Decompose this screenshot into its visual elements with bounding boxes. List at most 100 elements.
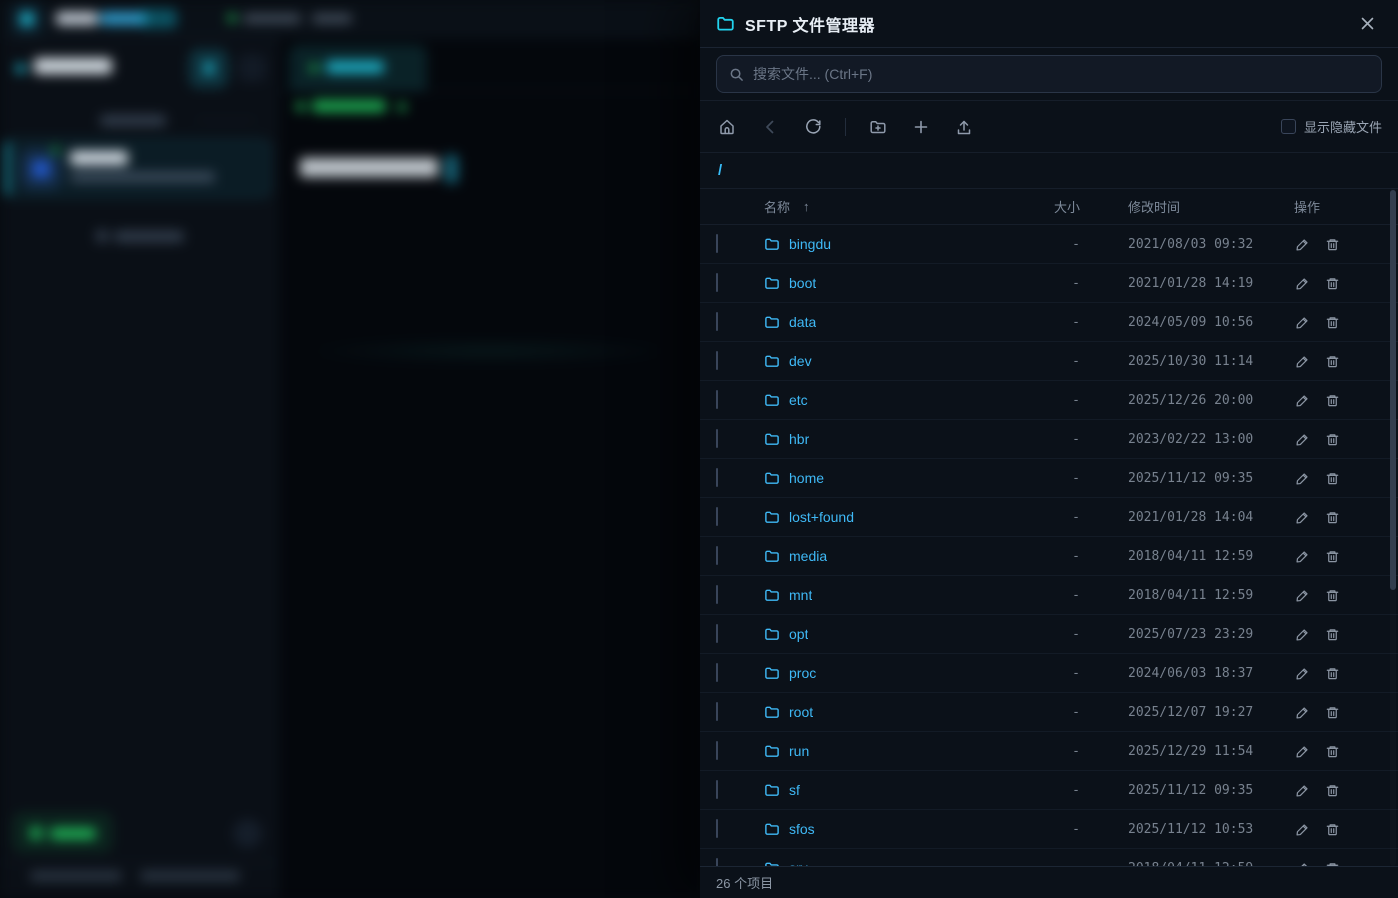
file-name-link[interactable]: proc: [789, 665, 816, 681]
delete-icon[interactable]: [1324, 860, 1340, 866]
file-row[interactable]: lost+found - 2021/01/28 14:04: [700, 498, 1398, 537]
row-checkbox[interactable]: [716, 780, 718, 799]
upload-button[interactable]: [953, 116, 975, 138]
file-name-link[interactable]: sfos: [789, 821, 815, 837]
file-row[interactable]: dev - 2025/10/30 11:14: [700, 342, 1398, 381]
scrollbar-thumb[interactable]: [1390, 190, 1396, 590]
row-checkbox[interactable]: [716, 468, 718, 487]
rename-icon[interactable]: [1294, 704, 1310, 720]
column-header-size[interactable]: 大小: [1008, 197, 1080, 216]
rename-icon[interactable]: [1294, 314, 1310, 330]
delete-icon[interactable]: [1324, 470, 1340, 486]
file-row[interactable]: hbr - 2023/02/22 13:00: [700, 420, 1398, 459]
row-checkbox[interactable]: [716, 234, 718, 253]
back-button[interactable]: [759, 116, 781, 138]
rename-icon[interactable]: [1294, 275, 1310, 291]
search-box[interactable]: [716, 55, 1382, 93]
row-checkbox[interactable]: [716, 858, 718, 866]
file-name-link[interactable]: home: [789, 470, 824, 486]
row-checkbox[interactable]: [716, 663, 718, 682]
sidebar-more-button[interactable]: [238, 54, 266, 82]
file-row[interactable]: root - 2025/12/07 19:27: [700, 693, 1398, 732]
rename-icon[interactable]: [1294, 236, 1310, 252]
rename-icon[interactable]: [1294, 743, 1310, 759]
file-row[interactable]: srv - 2018/04/11 12:59: [700, 849, 1398, 866]
rename-icon[interactable]: [1294, 392, 1310, 408]
file-name-link[interactable]: media: [789, 548, 827, 564]
delete-icon[interactable]: [1324, 275, 1340, 291]
file-row[interactable]: opt - 2025/07/23 23:29: [700, 615, 1398, 654]
row-checkbox[interactable]: [716, 507, 718, 526]
rename-icon[interactable]: [1294, 470, 1310, 486]
delete-icon[interactable]: [1324, 587, 1340, 603]
delete-icon[interactable]: [1324, 626, 1340, 642]
settings-button[interactable]: [233, 819, 262, 848]
file-name-link[interactable]: lost+found: [789, 509, 854, 525]
file-name-link[interactable]: srv: [789, 860, 808, 866]
delete-icon[interactable]: [1324, 704, 1340, 720]
home-button[interactable]: [716, 116, 738, 138]
row-checkbox[interactable]: [716, 390, 718, 409]
file-row[interactable]: media - 2018/04/11 12:59: [700, 537, 1398, 576]
version-badge[interactable]: [140, 9, 177, 28]
file-row[interactable]: home - 2025/11/12 09:35: [700, 459, 1398, 498]
rename-icon[interactable]: [1294, 548, 1310, 564]
rename-icon[interactable]: [1294, 626, 1310, 642]
file-row[interactable]: data - 2024/05/09 10:56: [700, 303, 1398, 342]
column-header-name[interactable]: 名称 ↑: [764, 197, 1008, 216]
search-input[interactable]: [753, 66, 1369, 82]
row-checkbox[interactable]: [716, 273, 718, 292]
file-row[interactable]: proc - 2024/06/03 18:37: [700, 654, 1398, 693]
file-row[interactable]: boot - 2021/01/28 14:19: [700, 264, 1398, 303]
delete-icon[interactable]: [1324, 509, 1340, 525]
row-checkbox[interactable]: [716, 429, 718, 448]
row-checkbox[interactable]: [716, 702, 718, 721]
row-checkbox[interactable]: [716, 624, 718, 643]
file-row[interactable]: mnt - 2018/04/11 12:59: [700, 576, 1398, 615]
refresh-button[interactable]: [802, 116, 824, 138]
delete-icon[interactable]: [1324, 782, 1340, 798]
show-hidden-checkbox[interactable]: [1281, 119, 1296, 134]
rename-icon[interactable]: [1294, 821, 1310, 837]
file-name-link[interactable]: boot: [789, 275, 816, 291]
rename-icon[interactable]: [1294, 353, 1310, 369]
row-checkbox[interactable]: [716, 585, 718, 604]
row-checkbox[interactable]: [716, 351, 718, 370]
file-name-link[interactable]: mnt: [789, 587, 812, 603]
rename-icon[interactable]: [1294, 587, 1310, 603]
close-button[interactable]: [1352, 9, 1382, 39]
show-hidden-toggle[interactable]: 显示隐藏文件: [1281, 117, 1382, 136]
delete-icon[interactable]: [1324, 236, 1340, 252]
new-file-button[interactable]: [910, 116, 932, 138]
file-name-link[interactable]: sf: [789, 782, 800, 798]
file-name-link[interactable]: hbr: [789, 431, 809, 447]
row-checkbox[interactable]: [716, 741, 718, 760]
rename-icon[interactable]: [1294, 782, 1310, 798]
column-header-modified[interactable]: 修改时间: [1128, 197, 1278, 216]
file-row[interactable]: sf - 2025/11/12 09:35: [700, 771, 1398, 810]
file-name-link[interactable]: etc: [789, 392, 808, 408]
rename-icon[interactable]: [1294, 431, 1310, 447]
delete-icon[interactable]: [1324, 548, 1340, 564]
row-checkbox[interactable]: [716, 819, 718, 838]
delete-icon[interactable]: [1324, 821, 1340, 837]
file-name-link[interactable]: opt: [789, 626, 808, 642]
file-name-link[interactable]: run: [789, 743, 809, 759]
file-name-link[interactable]: dev: [789, 353, 812, 369]
delete-icon[interactable]: [1324, 353, 1340, 369]
delete-icon[interactable]: [1324, 392, 1340, 408]
file-list[interactable]: bingdu - 2021/08/03 09:32: [700, 225, 1398, 866]
file-name-link[interactable]: bingdu: [789, 236, 831, 252]
path-segment-root[interactable]: /: [718, 162, 722, 179]
file-name-link[interactable]: data: [789, 314, 816, 330]
rename-icon[interactable]: [1294, 860, 1310, 866]
file-row[interactable]: sfos - 2025/11/12 10:53: [700, 810, 1398, 849]
delete-icon[interactable]: [1324, 665, 1340, 681]
delete-icon[interactable]: [1324, 314, 1340, 330]
new-folder-button[interactable]: [867, 116, 889, 138]
file-row[interactable]: etc - 2025/12/26 20:00: [700, 381, 1398, 420]
row-checkbox[interactable]: [716, 312, 718, 331]
file-row[interactable]: run - 2025/12/29 11:54: [700, 732, 1398, 771]
file-row[interactable]: bingdu - 2021/08/03 09:32: [700, 225, 1398, 264]
row-checkbox[interactable]: [716, 546, 718, 565]
